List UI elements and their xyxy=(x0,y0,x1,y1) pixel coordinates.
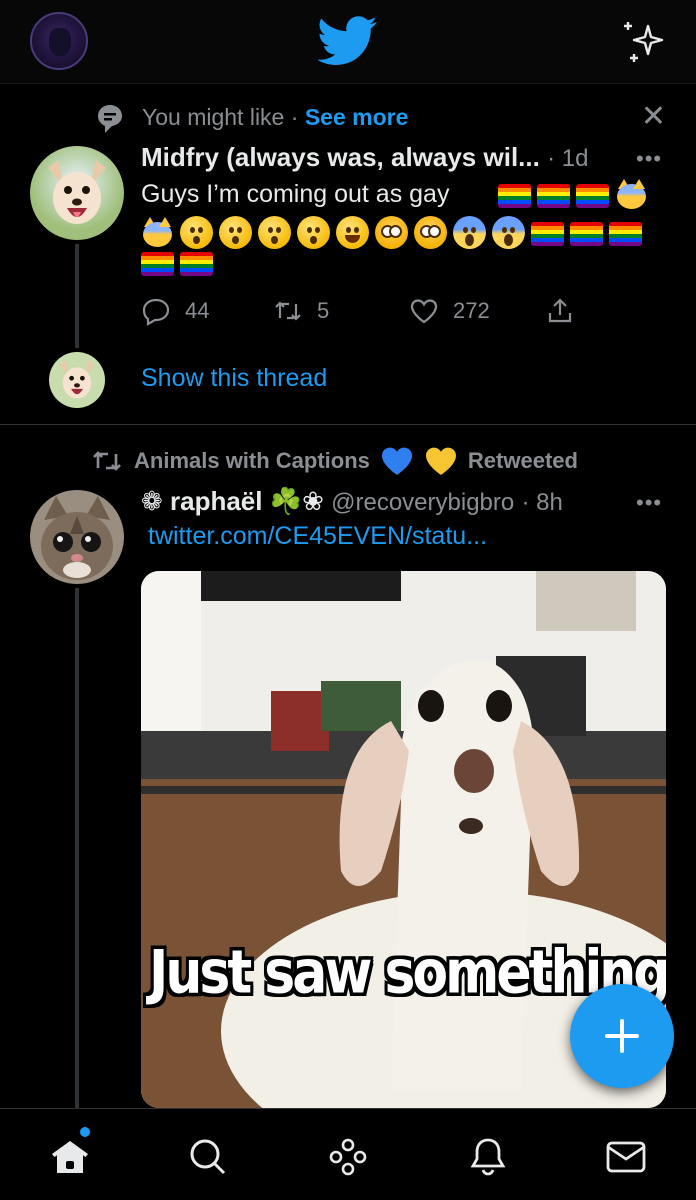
screaming-cat-emoji xyxy=(615,178,648,211)
author-handle[interactable]: @recoverybigbro xyxy=(331,489,514,516)
suggestion-text: You might like · See more xyxy=(142,104,408,131)
tweet-actions: 44 5 272 xyxy=(141,296,601,330)
astonished-emoji xyxy=(180,216,213,249)
thread-line xyxy=(75,588,79,1108)
tweet-time: · 8h xyxy=(521,489,563,516)
heart-icon xyxy=(410,299,438,324)
messages-icon xyxy=(606,1141,646,1173)
tweet-link[interactable]: twitter.com/CE45EVEN/statu... xyxy=(148,522,487,551)
top-bar xyxy=(0,0,696,84)
laughing-emoji xyxy=(336,216,369,249)
rainbow-flag-emoji xyxy=(531,222,564,246)
search-icon xyxy=(190,1139,226,1175)
yellow-heart-emoji xyxy=(425,447,456,475)
retweet-count: 5 xyxy=(317,298,330,323)
messages-tab[interactable] xyxy=(604,1135,648,1179)
tweet-header: Midfry (always was, always wil... · 1d xyxy=(141,142,681,173)
blue-heart-emoji xyxy=(381,447,412,475)
notifications-tab[interactable] xyxy=(466,1135,510,1179)
you-might-like-label: You might like xyxy=(142,104,285,130)
flushed-emoji xyxy=(414,216,447,249)
see-more-link[interactable]: See more xyxy=(305,104,409,130)
hushed-emoji xyxy=(219,216,252,249)
rainbow-flag-emoji xyxy=(180,252,213,276)
close-icon[interactable]: ✕ xyxy=(641,102,666,132)
author-avatar[interactable] xyxy=(30,146,124,240)
screaming-emoji xyxy=(453,216,486,249)
like-button[interactable]: 272 xyxy=(409,296,490,326)
home-icon xyxy=(52,1141,88,1173)
retweeted-label: Retweeted xyxy=(467,448,578,473)
open-mouth-emoji xyxy=(258,216,291,249)
hushed-emoji xyxy=(297,216,330,249)
compose-tweet-button[interactable] xyxy=(570,984,674,1088)
suggestion-header: You might like · See more ✕ xyxy=(92,100,682,136)
thread-line xyxy=(75,244,79,348)
notifications-icon xyxy=(470,1138,506,1176)
profile-avatar[interactable] xyxy=(30,12,88,70)
bottom-navigation xyxy=(0,1108,696,1200)
spaces-icon xyxy=(329,1138,367,1176)
reply-count: 44 xyxy=(185,298,210,323)
retweet-context: Animals with Captions Retweeted xyxy=(90,446,578,476)
tweet-header: ❁ raphaël ☘️❀ @recoverybigbro · 8h xyxy=(141,486,631,517)
screaming-cat-emoji xyxy=(141,216,174,249)
topic-bubble-icon xyxy=(98,105,122,133)
author-avatar[interactable] xyxy=(30,490,124,584)
tweet-time: · 1d xyxy=(547,145,589,172)
retweet-icon xyxy=(275,301,301,321)
tweet-body: Guys I’m coming out as gay xyxy=(141,180,450,208)
show-thread-link[interactable]: Show this thread xyxy=(141,364,327,393)
rainbow-flag-emoji xyxy=(609,222,642,246)
rainbow-flag-emoji xyxy=(570,222,603,246)
divider xyxy=(0,424,696,425)
rainbow-flag-emoji xyxy=(537,184,570,208)
rainbow-flag-emoji xyxy=(498,184,531,208)
reply-icon xyxy=(142,298,170,326)
like-count: 272 xyxy=(453,298,490,323)
separator: · xyxy=(290,104,299,130)
more-options-icon[interactable]: ••• xyxy=(636,490,662,516)
emoji-line-2 xyxy=(141,216,642,249)
author-name[interactable]: ❁ raphaël ☘️❀ xyxy=(141,486,324,516)
flushed-emoji xyxy=(375,216,408,249)
home-tab[interactable] xyxy=(48,1135,92,1179)
retweet-icon xyxy=(93,451,121,471)
rainbow-flag-emoji xyxy=(576,184,609,208)
reply-button[interactable]: 44 xyxy=(141,296,209,326)
search-tab[interactable] xyxy=(186,1135,230,1179)
share-icon xyxy=(548,298,572,323)
twitter-bird-icon[interactable] xyxy=(318,16,378,66)
emoji-line-1 xyxy=(498,178,648,211)
thread-avatar[interactable] xyxy=(49,352,105,408)
retweeter-name[interactable]: Animals with Captions xyxy=(134,448,370,474)
more-options-icon[interactable]: ••• xyxy=(636,146,662,172)
sparkle-icon[interactable] xyxy=(618,16,670,64)
spaces-tab[interactable] xyxy=(326,1135,370,1179)
screaming-emoji xyxy=(492,216,525,249)
notification-dot xyxy=(80,1127,90,1137)
emoji-line-3 xyxy=(141,246,213,276)
retweet-button[interactable]: 5 xyxy=(273,296,329,326)
share-button[interactable] xyxy=(545,296,575,326)
rainbow-flag-emoji xyxy=(141,252,174,276)
author-name[interactable]: Midfry (always was, always wil... xyxy=(141,142,540,172)
